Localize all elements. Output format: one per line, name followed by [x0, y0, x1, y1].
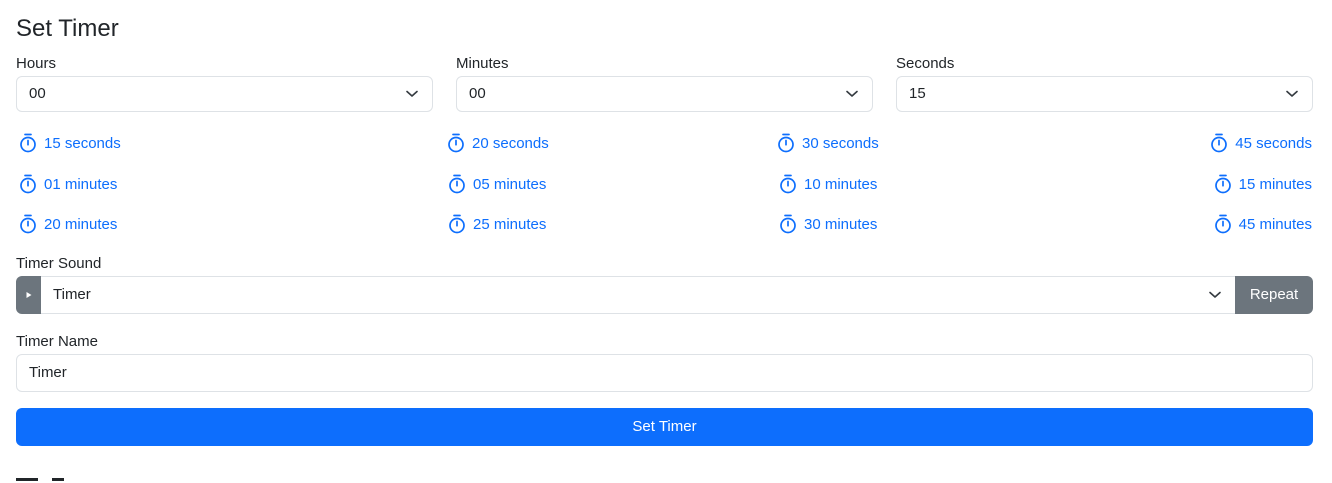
preset-45-seconds[interactable]: 45 seconds [1209, 132, 1312, 154]
minutes-select[interactable]: 00 [456, 76, 873, 112]
preset-10-minutes[interactable]: 10 minutes [778, 173, 877, 195]
hours-label: Hours [16, 55, 57, 72]
seconds-select[interactable]: 15 [896, 76, 1313, 112]
preset-20-minutes[interactable]: 20 minutes [18, 213, 117, 235]
minutes-value: 00 [469, 85, 486, 102]
preset-30-minutes[interactable]: 30 minutes [778, 213, 877, 235]
minutes-label: Minutes [456, 55, 509, 72]
play-sound-button[interactable] [16, 276, 41, 314]
timer-name-label: Timer Name [16, 333, 98, 350]
stopwatch-icon [1211, 133, 1228, 153]
seconds-value: 15 [909, 85, 926, 102]
timer-name-value: Timer [29, 364, 67, 381]
timer-sound-value: Timer [53, 286, 91, 303]
preset-label: 15 seconds [44, 134, 121, 152]
chevron-down-icon [1209, 291, 1221, 298]
hours-select[interactable]: 00 [16, 76, 433, 112]
preset-label: 45 minutes [1238, 215, 1312, 233]
stopwatch-icon [448, 133, 464, 153]
stopwatch-icon [449, 214, 465, 234]
chevron-down-icon [1286, 90, 1298, 97]
preset-01-minutes[interactable]: 01 minutes [18, 173, 117, 195]
chevron-down-icon [406, 90, 418, 97]
preset-15-seconds[interactable]: 15 seconds [18, 132, 121, 154]
preset-label: 25 minutes [473, 215, 547, 233]
preset-label: 15 minutes [1238, 175, 1312, 193]
stopwatch-icon [20, 174, 36, 194]
stopwatch-icon [1214, 174, 1231, 194]
stopwatch-icon [449, 174, 465, 194]
preset-label: 30 seconds [802, 134, 879, 152]
seconds-label: Seconds [896, 55, 955, 72]
timer-sound-label: Timer Sound [16, 255, 102, 272]
set-timer-panel: Set Timer Hours 00 Minutes 00 Seconds 15… [0, 0, 1332, 483]
preset-20-seconds[interactable]: 20 seconds [446, 132, 549, 154]
preset-25-minutes[interactable]: 25 minutes [447, 213, 546, 235]
preset-15-minutes[interactable]: 15 minutes [1213, 173, 1312, 195]
preset-05-minutes[interactable]: 05 minutes [447, 173, 546, 195]
preset-label: 30 minutes [804, 215, 878, 233]
stopwatch-icon [780, 214, 796, 234]
stopwatch-icon [20, 214, 36, 234]
preset-label: 20 minutes [44, 215, 118, 233]
preset-label: 10 minutes [804, 175, 878, 193]
preset-label: 45 seconds [1235, 134, 1312, 152]
repeat-button[interactable]: Repeat [1235, 276, 1313, 314]
hours-value: 00 [29, 85, 46, 102]
stopwatch-icon [780, 174, 796, 194]
timer-sound-group: Timer Repeat [16, 276, 1313, 314]
stopwatch-icon [20, 133, 36, 153]
page-title: Set Timer [16, 15, 119, 42]
preset-label: 01 minutes [44, 175, 118, 193]
play-icon [26, 292, 31, 298]
chevron-down-icon [846, 90, 858, 97]
stopwatch-icon [778, 133, 794, 153]
set-timer-button[interactable]: Set Timer [16, 408, 1313, 446]
preset-30-seconds[interactable]: 30 seconds [776, 132, 879, 154]
timer-sound-select[interactable]: Timer [41, 276, 1235, 314]
next-section-heading-cutoff [16, 478, 106, 483]
stopwatch-icon [1214, 214, 1231, 234]
preset-45-minutes[interactable]: 45 minutes [1213, 213, 1312, 235]
preset-label: 05 minutes [473, 175, 547, 193]
preset-label: 20 seconds [472, 134, 549, 152]
timer-name-input[interactable]: Timer [16, 354, 1313, 392]
